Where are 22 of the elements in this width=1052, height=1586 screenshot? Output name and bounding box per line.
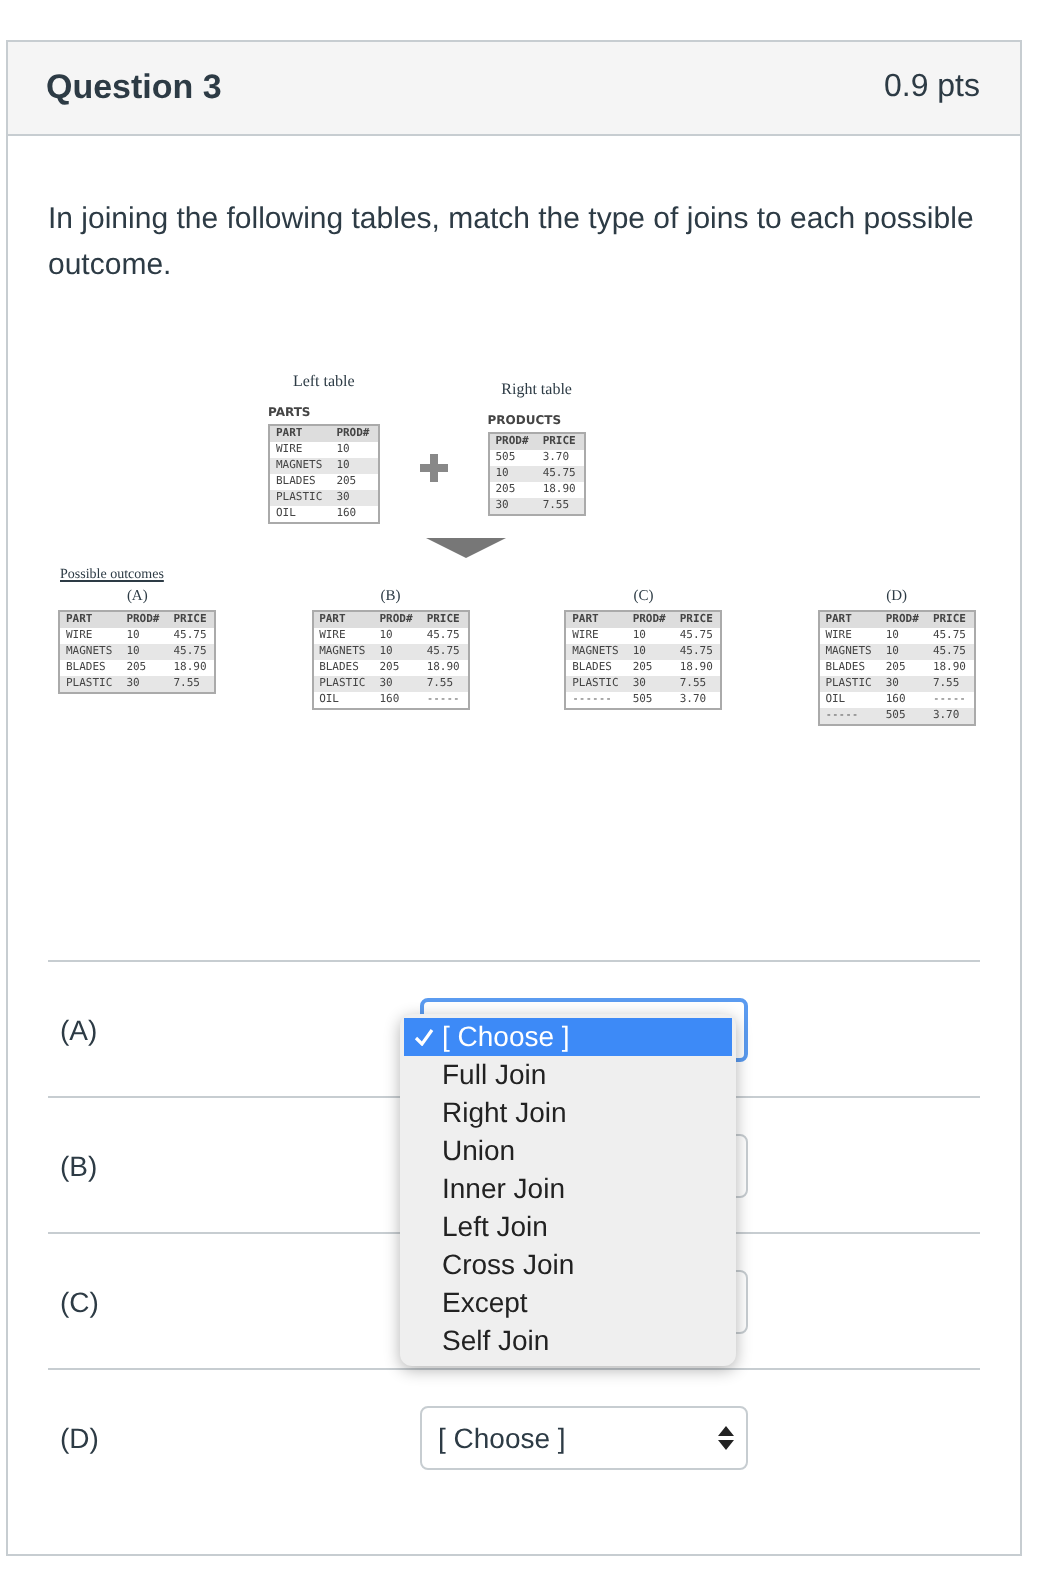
answer-label: (C) xyxy=(58,1285,101,1317)
answer-label: (A) xyxy=(58,1013,100,1045)
menu-option[interactable]: Full Join xyxy=(400,1055,736,1093)
points-label: 0.9 pts xyxy=(883,70,980,106)
down-arrow-icon xyxy=(426,538,506,558)
table-caption: Left table xyxy=(292,372,355,390)
answer-label: (D) xyxy=(58,1421,101,1453)
menu-option[interactable]: Inner Join xyxy=(400,1169,736,1207)
question-title: Question 3 xyxy=(46,68,222,108)
menu-option[interactable]: Left Join xyxy=(400,1207,736,1245)
checkmark-icon xyxy=(414,1027,434,1045)
answer-label: (B) xyxy=(58,1149,100,1181)
menu-option[interactable]: Cross Join xyxy=(400,1245,736,1283)
plus-icon xyxy=(419,454,448,482)
menu-option[interactable]: Self Join xyxy=(400,1321,736,1359)
menu-option[interactable]: Union xyxy=(400,1131,736,1169)
table-caption: Right table xyxy=(501,380,572,398)
question-text: In joining the following tables, match the type of joins to each possible outcome. xyxy=(48,200,976,286)
menu-option[interactable]: Right Join xyxy=(400,1093,736,1131)
select-arrows-icon xyxy=(718,1425,734,1449)
menu-option[interactable]: Except xyxy=(400,1283,736,1321)
select-dropdown[interactable]: [ Choose ] xyxy=(420,1405,748,1469)
